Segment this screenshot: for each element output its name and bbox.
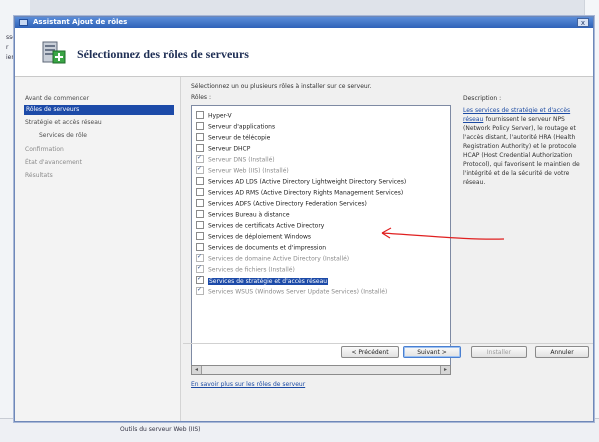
role-item[interactable]: Services Bureau à distance bbox=[196, 210, 290, 220]
wizard-nav: Avant de commencer Rôles de serveurs Str… bbox=[15, 77, 181, 421]
role-checkbox[interactable] bbox=[196, 177, 204, 185]
role-item[interactable]: Services de documents et d'impression bbox=[196, 243, 327, 253]
description-body: fournissent le serveur NPS (Network Poli… bbox=[463, 116, 580, 186]
role-label: Serveur de télécopie bbox=[208, 134, 271, 142]
background-text: ier bbox=[6, 54, 14, 61]
scroll-left-icon[interactable]: ◂ bbox=[192, 366, 202, 374]
role-item[interactable]: Services WSUS (Windows Server Update Ser… bbox=[196, 286, 388, 297]
nav-network-policy[interactable]: Stratégie et accès réseau bbox=[25, 119, 102, 126]
nav-progress: État d'avancement bbox=[25, 159, 82, 166]
role-label: Services Bureau à distance bbox=[208, 211, 290, 219]
window-icon bbox=[19, 19, 28, 26]
role-label: Services de certificats Active Directory bbox=[208, 222, 325, 230]
role-label: Services de domaine Active Directory (In… bbox=[208, 255, 350, 263]
nav-results: Résultats bbox=[25, 172, 53, 179]
cancel-button[interactable]: Annuler bbox=[535, 346, 589, 358]
role-label: Services WSUS (Windows Server Update Ser… bbox=[208, 288, 388, 296]
more-about-roles-link[interactable]: En savoir plus sur les rôles de serveur bbox=[191, 381, 305, 388]
role-item[interactable]: Services AD RMS (Active Directory Rights… bbox=[196, 188, 404, 198]
nav-before-you-begin[interactable]: Avant de commencer bbox=[25, 95, 89, 102]
role-label: Services de stratégie et d'accès réseau bbox=[208, 277, 329, 285]
role-checkbox bbox=[196, 253, 204, 262]
role-label: Serveur DHCP bbox=[208, 145, 251, 153]
nav-server-roles[interactable]: Rôles de serveurs bbox=[24, 105, 174, 115]
role-description: Description : Les services de stratégie … bbox=[463, 95, 584, 187]
role-checkbox[interactable] bbox=[196, 188, 204, 196]
footer-divider bbox=[183, 343, 593, 344]
role-item[interactable]: Services de déploiement Windows bbox=[196, 232, 312, 242]
role-label: Services AD LDS (Active Directory Lightw… bbox=[208, 178, 407, 186]
roles-listbox[interactable]: Hyper-V Serveur d'applications Serveur de … bbox=[191, 105, 451, 375]
role-label: Serveur d'applications bbox=[208, 123, 276, 131]
role-label: Serveur Web (IIS) (Installé) bbox=[208, 167, 289, 175]
role-checkbox bbox=[196, 165, 204, 174]
role-checkbox bbox=[196, 154, 204, 163]
title-bar[interactable]: Assistant Ajout de rôles x bbox=[15, 17, 593, 28]
role-item[interactable]: Services de stratégie et d'accès réseau bbox=[196, 275, 329, 286]
background-status-text: Outils du serveur Web (IIS) bbox=[120, 426, 201, 433]
role-checkbox[interactable] bbox=[196, 111, 204, 119]
role-checkbox[interactable] bbox=[196, 210, 204, 218]
role-item[interactable]: Serveur DNS (Installé) bbox=[196, 154, 275, 165]
role-item[interactable]: Services AD LDS (Active Directory Lightw… bbox=[196, 177, 407, 187]
wizard-header: Sélectionnez des rôles de serveurs bbox=[15, 28, 593, 77]
role-checkbox[interactable] bbox=[196, 199, 204, 207]
role-item[interactable]: Services de certificats Active Directory bbox=[196, 221, 325, 231]
role-checkbox[interactable] bbox=[196, 275, 204, 284]
scroll-right-icon[interactable]: ▸ bbox=[440, 366, 450, 374]
role-item[interactable]: Serveur de télécopie bbox=[196, 133, 271, 143]
role-checkbox[interactable] bbox=[196, 232, 204, 240]
install-button[interactable]: Installer bbox=[471, 346, 527, 358]
role-label: Services ADFS (Active Directory Federati… bbox=[208, 200, 367, 208]
role-label: Services de fichiers (Installé) bbox=[208, 266, 295, 274]
role-label: Services de documents et d'impression bbox=[208, 244, 327, 252]
close-button[interactable]: x bbox=[577, 18, 589, 27]
role-checkbox[interactable] bbox=[196, 144, 204, 152]
description-label: Description : bbox=[463, 95, 502, 102]
nav-role-services[interactable]: Services de rôle bbox=[39, 132, 87, 139]
role-label: Services de déploiement Windows bbox=[208, 233, 312, 241]
role-checkbox[interactable] bbox=[196, 133, 204, 141]
wizard-content: Sélectionnez un ou plusieurs rôles à ins… bbox=[183, 77, 593, 421]
role-item[interactable]: Serveur d'applications bbox=[196, 122, 276, 132]
roles-horizontal-scrollbar[interactable]: ◂ ▸ bbox=[191, 365, 451, 375]
roles-label: Rôles : bbox=[191, 94, 211, 101]
role-checkbox[interactable] bbox=[196, 221, 204, 229]
role-item[interactable]: Serveur DHCP bbox=[196, 144, 251, 154]
role-item[interactable]: Services de fichiers (Installé) bbox=[196, 264, 295, 275]
role-item[interactable]: Services de domaine Active Directory (In… bbox=[196, 253, 350, 264]
role-checkbox bbox=[196, 264, 204, 273]
next-button[interactable]: Suivant > bbox=[403, 346, 461, 358]
role-checkbox bbox=[196, 286, 204, 295]
background-text: r bbox=[6, 44, 9, 51]
previous-button[interactable]: < Précédent bbox=[341, 346, 399, 358]
role-item[interactable]: Serveur Web (IIS) (Installé) bbox=[196, 165, 289, 176]
add-roles-wizard: Assistant Ajout de rôles x Sélectionnez … bbox=[14, 16, 594, 422]
role-label: Services AD RMS (Active Directory Rights… bbox=[208, 189, 404, 197]
role-checkbox[interactable] bbox=[196, 243, 204, 251]
role-label: Serveur DNS (Installé) bbox=[208, 156, 275, 164]
role-item[interactable]: Services ADFS (Active Directory Federati… bbox=[196, 199, 367, 209]
nav-confirmation: Confirmation bbox=[25, 146, 64, 153]
role-label: Hyper-V bbox=[208, 112, 232, 120]
page-title: Sélectionnez des rôles de serveurs bbox=[77, 47, 249, 61]
server-roles-icon bbox=[42, 41, 66, 64]
role-item[interactable]: Hyper-V bbox=[196, 111, 232, 121]
window-title: Assistant Ajout de rôles bbox=[33, 18, 128, 26]
role-checkbox[interactable] bbox=[196, 122, 204, 130]
instruction-text: Sélectionnez un ou plusieurs rôles à ins… bbox=[191, 83, 372, 90]
